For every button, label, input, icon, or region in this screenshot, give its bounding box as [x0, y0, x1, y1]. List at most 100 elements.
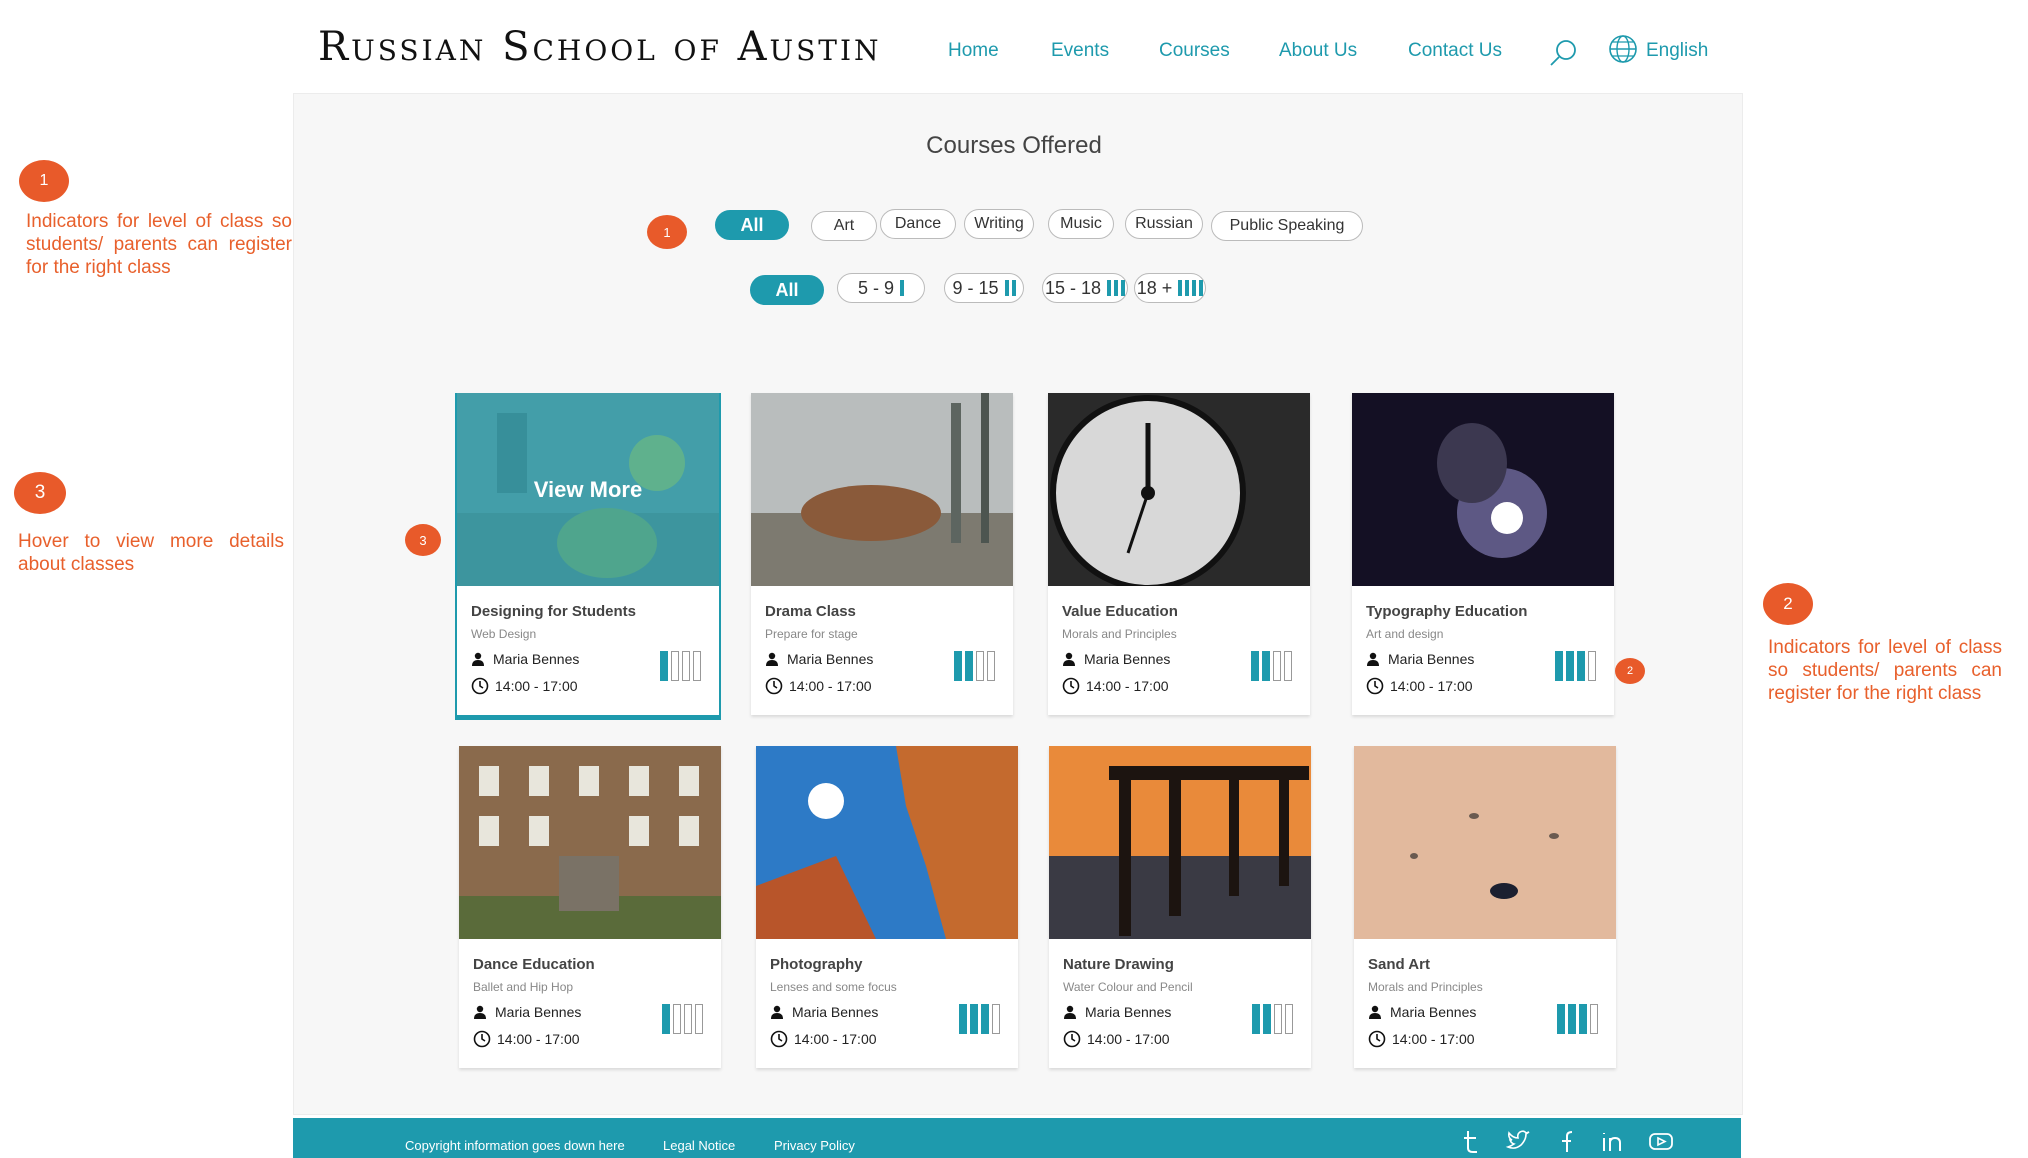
annotation-note-3: Hover to view more details about classes	[18, 531, 284, 575]
level-bar	[954, 651, 962, 681]
annotation-note-2: Indicators for level of class so student…	[1768, 637, 2002, 704]
filter-dance[interactable]: Dance	[880, 209, 956, 239]
site-logo[interactable]: Russian School of Austin	[318, 24, 882, 70]
time-range: 14:00 - 17:00	[497, 1031, 580, 1047]
tumblr-icon[interactable]	[1458, 1128, 1484, 1154]
course-card[interactable]: Photography Lenses and some focus Maria Be…	[756, 746, 1018, 1068]
language-selector[interactable]: English	[1646, 40, 1708, 62]
age-filter-5-9[interactable]: 5 - 9	[837, 273, 925, 303]
level-bar	[662, 1004, 670, 1034]
user-icon	[472, 652, 484, 666]
time-range: 14:00 - 17:00	[794, 1031, 877, 1047]
page-title: Courses Offered	[926, 132, 1102, 159]
level-bar	[1274, 1004, 1282, 1034]
course-title: Nature Drawing	[1063, 956, 1174, 973]
filter-writing[interactable]: Writing	[964, 209, 1034, 239]
user-icon	[1064, 1005, 1076, 1019]
footer: Copyright information goes down here Leg…	[293, 1118, 1741, 1158]
course-title: Drama Class	[765, 603, 856, 620]
level-bar	[1590, 1004, 1598, 1034]
course-image	[756, 746, 1018, 939]
annotation-badge-3-inline: 3	[405, 524, 441, 556]
nav-about-us[interactable]: About Us	[1279, 40, 1357, 62]
level-bar	[992, 1004, 1000, 1034]
teacher-name: Maria Bennes	[1084, 651, 1171, 667]
clock-icon	[1366, 677, 1384, 695]
view-more-overlay[interactable]: View More	[457, 393, 719, 586]
clock-icon	[1062, 677, 1080, 695]
level-indicator-icon	[1557, 1004, 1598, 1034]
legal-notice-link[interactable]: Legal Notice	[663, 1138, 735, 1153]
course-title: Photography	[770, 956, 863, 973]
course-teacher: Maria Bennes	[765, 651, 873, 667]
course-time: 14:00 - 17:00	[473, 1030, 580, 1048]
level-bar	[673, 1004, 681, 1034]
time-range: 14:00 - 17:00	[1087, 1031, 1170, 1047]
filter-music[interactable]: Music	[1048, 209, 1114, 239]
level-bar	[1555, 651, 1563, 681]
search-icon[interactable]	[1548, 38, 1578, 68]
level-indicator-icon	[1252, 1004, 1293, 1034]
course-card[interactable]: Drama Class Prepare for stage Maria Bennes…	[751, 393, 1013, 715]
age-filter-18-plus[interactable]: 18 +	[1134, 273, 1206, 303]
course-subtitle: Ballet and Hip Hop	[473, 980, 574, 994]
filter-russian[interactable]: Russian	[1125, 209, 1203, 239]
facebook-icon[interactable]	[1552, 1128, 1578, 1154]
nav-courses[interactable]: Courses	[1159, 40, 1230, 62]
level-indicator-icon	[954, 651, 995, 681]
level-bar	[1251, 651, 1259, 681]
filter-all[interactable]: All	[715, 210, 789, 240]
time-range: 14:00 - 17:00	[1392, 1031, 1475, 1047]
user-icon	[771, 1005, 783, 1019]
course-card[interactable]: Typography Education Art and design Maria …	[1352, 393, 1614, 715]
nav-contact-us[interactable]: Contact Us	[1408, 40, 1502, 62]
privacy-policy-link[interactable]: Privacy Policy	[774, 1138, 855, 1153]
course-card[interactable]: Nature Drawing Water Colour and Pencil Mar…	[1049, 746, 1311, 1068]
user-icon	[474, 1005, 486, 1019]
linkedin-icon[interactable]	[1599, 1128, 1625, 1154]
course-card[interactable]: View More Designing for Students Web Desi…	[455, 393, 721, 717]
annotation-badge-1-inline: 1	[647, 215, 687, 249]
course-teacher: Maria Bennes	[770, 1004, 878, 1020]
filter-art[interactable]: Art	[811, 211, 877, 241]
course-subtitle: Morals and Principles	[1062, 627, 1177, 641]
nav-home[interactable]: Home	[948, 40, 999, 62]
level-bar	[1579, 1004, 1587, 1034]
level-bar	[660, 651, 668, 681]
nav-events[interactable]: Events	[1051, 40, 1109, 62]
user-icon	[1063, 652, 1075, 666]
course-time: 14:00 - 17:00	[471, 677, 578, 695]
copyright-text: Copyright information goes down here	[405, 1138, 625, 1153]
level-bar	[1566, 651, 1574, 681]
teacher-name: Maria Bennes	[495, 1004, 582, 1020]
course-subtitle: Lenses and some focus	[770, 980, 897, 994]
user-icon	[1369, 1005, 1381, 1019]
twitter-icon[interactable]	[1505, 1128, 1531, 1154]
course-image	[751, 393, 1013, 586]
course-title: Value Education	[1062, 603, 1178, 620]
age-filter-all[interactable]: All	[750, 275, 824, 305]
level-indicator-icon	[959, 1004, 1000, 1034]
globe-icon[interactable]	[1608, 34, 1638, 64]
course-subtitle: Web Design	[471, 627, 537, 641]
youtube-icon[interactable]	[1648, 1128, 1674, 1154]
level-bar	[959, 1004, 967, 1034]
age-filter-15-18[interactable]: 15 - 18	[1042, 273, 1128, 303]
course-card[interactable]: Sand Art Morals and Principles Maria Benne…	[1354, 746, 1616, 1068]
level-indicator-icon	[662, 1004, 703, 1034]
course-title: Dance Education	[473, 956, 595, 973]
level-bar	[1252, 1004, 1260, 1034]
age-filter-9-15[interactable]: 9 - 15	[944, 273, 1024, 303]
level-bar	[1284, 651, 1292, 681]
course-card[interactable]: Value Education Morals and Principles Mari…	[1048, 393, 1310, 715]
course-teacher: Maria Bennes	[473, 1004, 581, 1020]
filter-public-speaking[interactable]: Public Speaking	[1211, 211, 1363, 241]
course-card[interactable]: Dance Education Ballet and Hip Hop Maria B…	[459, 746, 721, 1068]
clock-icon	[765, 677, 783, 695]
clock-icon	[1368, 1030, 1386, 1048]
course-image	[1352, 393, 1614, 586]
clock-icon	[1063, 1030, 1081, 1048]
level-indicator-icon	[1004, 280, 1016, 296]
clock-icon	[770, 1030, 788, 1048]
course-image	[1354, 746, 1616, 939]
